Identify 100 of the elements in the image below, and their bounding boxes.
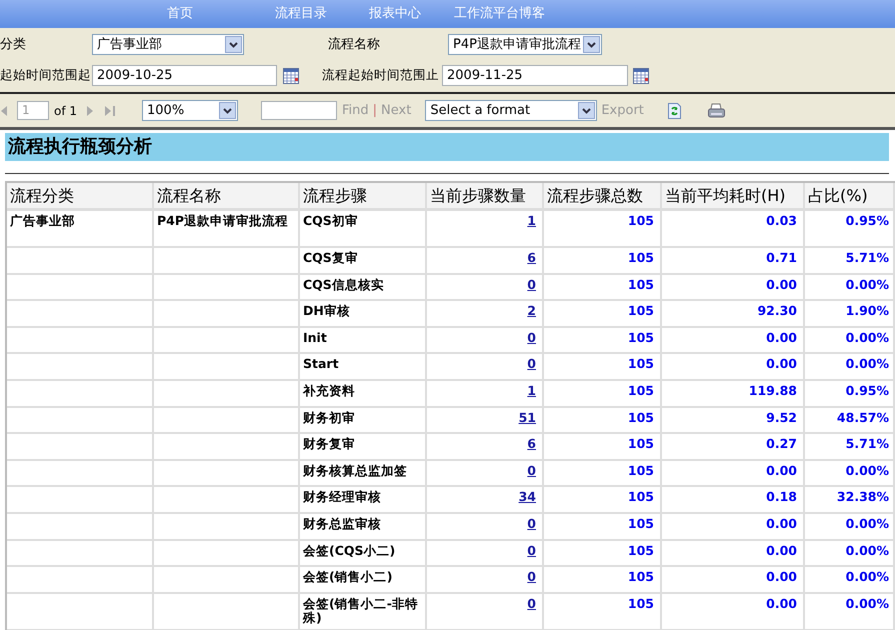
table-cell: 财务总监审核	[300, 514, 427, 541]
table-cell: 0.00%	[805, 274, 895, 302]
table-cell: 9.52	[662, 408, 805, 434]
table-cell: CQS复审	[300, 248, 427, 275]
table-cell: 105	[544, 328, 662, 354]
column-header: 当前步骤数量	[427, 183, 544, 208]
refresh-icon[interactable]	[668, 102, 681, 118]
table-cell: Start	[300, 354, 427, 381]
process-select[interactable]: P4P退款申请审批流程	[448, 34, 602, 55]
table-cell: P4P退款申请审批流程	[154, 211, 300, 248]
table-cell: 0.00	[662, 514, 805, 541]
separator: |	[372, 102, 378, 120]
table-cell: 0.00%	[805, 567, 895, 594]
table-cell: 补充资料	[300, 380, 427, 408]
column-header: 当前平均耗时(H)	[662, 183, 805, 208]
column-header: 流程步骤	[300, 183, 427, 208]
count-link[interactable]: 0	[527, 462, 536, 478]
table-cell: 105	[544, 514, 662, 541]
zoom-select[interactable]: 100%	[142, 100, 238, 121]
table-cell: 0.95%	[805, 211, 895, 248]
table-cell: 会签(销售小二-非特殊)	[300, 594, 427, 630]
column-header: 流程名称	[154, 183, 300, 208]
report-title-bar: 流程执行瓶颈分析	[5, 133, 889, 161]
count-link[interactable]: 0	[527, 330, 536, 345]
table-cell: 0.71	[662, 248, 805, 275]
table-cell: 105	[544, 301, 662, 328]
table-cell: 0.95%	[805, 380, 895, 408]
page-count: of 1	[54, 102, 78, 120]
count-link[interactable]: 1	[527, 382, 536, 398]
table-cell: 财务核算总监加签	[300, 460, 427, 488]
find-field[interactable]	[261, 101, 338, 120]
table-cell: 0.00	[662, 274, 805, 302]
table-cell: 0.00	[662, 594, 805, 630]
count-link[interactable]: 34	[518, 489, 536, 504]
table-cell: 32.38%	[805, 487, 895, 514]
table-cell: 会签(销售小二)	[300, 567, 427, 594]
table-cell: 0.00	[662, 540, 805, 568]
column-header: 占比(%)	[805, 183, 895, 208]
table-cell: 119.88	[662, 380, 805, 408]
table-cell: 5.71%	[805, 434, 895, 461]
table-cell: 105	[544, 408, 662, 434]
table-cell: 105	[544, 380, 662, 408]
table-cell: 92.30	[662, 301, 805, 328]
field-label: 流程起始时间范围止	[322, 66, 440, 84]
print-icon[interactable]	[708, 103, 725, 118]
table-cell: 105	[544, 460, 662, 488]
column-header: 流程步骤总数	[544, 183, 662, 208]
field-label: 分类	[0, 36, 27, 54]
count-link[interactable]: 2	[527, 303, 536, 318]
table-cell: 0.00%	[805, 594, 895, 630]
table-cell: 105	[544, 567, 662, 594]
table-cell: 0.00	[662, 354, 805, 381]
table-cell: 105	[544, 540, 662, 568]
table-cell: 1.90%	[805, 301, 895, 328]
table-cell: CQS信息核实	[300, 274, 427, 302]
table-cell: 0.00%	[805, 354, 895, 381]
column-header: 流程分类	[7, 183, 154, 208]
count-link[interactable]: 6	[527, 436, 536, 452]
count-link[interactable]: 0	[527, 569, 536, 584]
table-cell: 105	[544, 434, 662, 461]
table-cell: 财务复审	[300, 434, 427, 461]
table-cell: 105	[544, 487, 662, 514]
table-cell: 0.00%	[805, 460, 895, 488]
table-cell: 0.00%	[805, 540, 895, 568]
table-cell: 财务初审	[300, 408, 427, 434]
calendar-icon[interactable]	[283, 68, 299, 84]
field-label: 起始时间范围起	[0, 66, 92, 84]
table-cell: DH审核	[300, 301, 427, 328]
count-link[interactable]: 0	[527, 276, 536, 292]
category-select[interactable]: 广告事业部	[92, 34, 244, 55]
table-cell: 0.00	[662, 567, 805, 594]
count-link[interactable]: 0	[527, 516, 536, 531]
format-select[interactable]: Select a format	[425, 100, 598, 121]
count-link[interactable]: 0	[527, 356, 536, 372]
end-date-field[interactable]: 2009-11-25	[442, 65, 628, 86]
table-cell: 0.00	[662, 460, 805, 488]
table-cell: 0.00%	[805, 328, 895, 354]
count-link[interactable]: 0	[527, 542, 536, 558]
table-cell: 0.18	[662, 487, 805, 514]
count-link[interactable]: 6	[527, 250, 536, 265]
table-cell: Init	[300, 328, 427, 354]
table-cell: 0.03	[662, 211, 805, 248]
field-label: 流程名称	[328, 36, 381, 54]
calendar-icon[interactable]	[633, 68, 649, 84]
table-cell: 0.00	[662, 328, 805, 354]
table-cell: 5.71%	[805, 248, 895, 275]
table-cell: 0.00%	[805, 514, 895, 541]
table-cell: 财务经理审核	[300, 487, 427, 514]
count-link[interactable]: 1	[527, 213, 536, 228]
start-date-field[interactable]: 2009-10-25	[92, 65, 277, 86]
table-cell: 105	[544, 274, 662, 302]
table-cell: 48.57%	[805, 408, 895, 434]
table-cell: 会签(CQS小二)	[300, 540, 427, 568]
table-cell: 105	[544, 248, 662, 275]
table-cell: 105	[544, 211, 662, 248]
count-link[interactable]: 51	[518, 410, 536, 425]
table-cell: CQS初审	[300, 211, 427, 248]
table-cell: 105	[544, 354, 662, 381]
table-cell: 广告事业部	[7, 211, 154, 248]
count-link[interactable]: 0	[527, 596, 536, 611]
